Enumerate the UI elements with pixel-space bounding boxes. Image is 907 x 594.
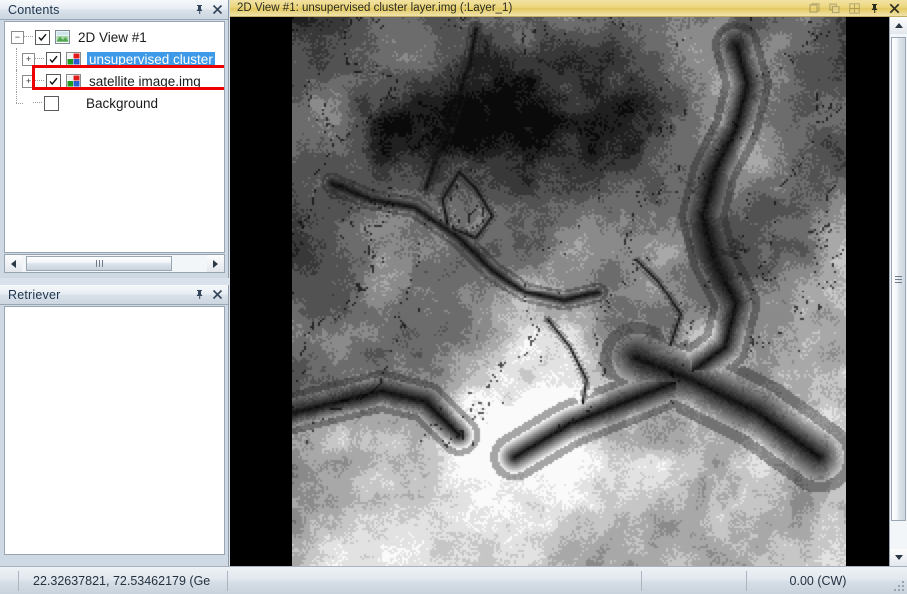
visibility-checkbox[interactable] xyxy=(46,51,61,67)
visibility-checkbox[interactable] xyxy=(44,95,59,111)
contents-header-icons xyxy=(193,3,224,16)
tree-item-background[interactable]: Background xyxy=(5,92,224,114)
view-title-text: 2D View #1: unsupervised cluster layer.i… xyxy=(237,2,513,14)
scroll-thumb[interactable] xyxy=(26,256,172,271)
pin-icon[interactable] xyxy=(193,288,206,301)
pin-icon[interactable] xyxy=(868,2,880,14)
cascade-icon[interactable] xyxy=(828,2,840,14)
grip-icon xyxy=(895,275,902,283)
tree-item-unsupervised-cluster[interactable]: + unsupervised cluster xyxy=(5,48,224,70)
expander-expand-icon[interactable]: + xyxy=(22,74,35,88)
tree-connector xyxy=(11,48,22,70)
raster-layer-icon xyxy=(66,52,81,66)
grip-icon xyxy=(95,260,103,267)
contents-horizontal-scrollbar[interactable] xyxy=(4,254,225,273)
scroll-right-arrow[interactable] xyxy=(207,255,224,272)
raster-layer-icon xyxy=(66,74,81,88)
pin-icon[interactable] xyxy=(193,3,206,16)
layer-tree: − 2D View #1 + unsupervised cluster + sa… xyxy=(5,22,224,114)
scroll-down-arrow[interactable] xyxy=(890,549,907,566)
status-bar: 22.32637821, 72.53462179 (Ge 0.00 (CW) xyxy=(0,566,907,594)
scroll-up-arrow[interactable] xyxy=(890,17,907,34)
retriever-panel-title: Retriever xyxy=(8,287,61,302)
contents-panel-title: Contents xyxy=(8,2,60,17)
view-window: 2D View #1: unsupervised cluster layer.i… xyxy=(230,0,907,566)
contents-panel-header: Contents xyxy=(0,0,228,20)
tile-icon[interactable] xyxy=(848,2,860,14)
tree-item-label: satellite image.img xyxy=(89,73,201,89)
visibility-checkbox[interactable] xyxy=(35,29,50,45)
tree-connector xyxy=(11,70,22,92)
tree-connector xyxy=(33,102,42,104)
tree-item-label: 2D View #1 xyxy=(78,29,147,45)
tree-connector xyxy=(35,80,44,82)
tree-item-2d-view[interactable]: − 2D View #1 xyxy=(5,26,224,48)
tree-connector xyxy=(11,92,23,114)
view-2d-icon xyxy=(55,30,70,44)
retriever-panel: Retriever xyxy=(0,285,229,566)
retriever-content-area[interactable] xyxy=(4,306,225,555)
close-icon[interactable] xyxy=(211,288,224,301)
view-vertical-scrollbar[interactable] xyxy=(889,17,907,566)
view-title-bar: 2D View #1: unsupervised cluster layer.i… xyxy=(230,0,907,17)
tree-item-satellite-image[interactable]: + satellite image.img xyxy=(5,70,224,92)
status-spacer xyxy=(642,570,747,591)
status-rotation: 0.00 (CW) xyxy=(789,573,847,588)
status-coordinates: 22.32637821, 72.53462179 (Ge xyxy=(18,570,228,591)
resize-grip-icon[interactable] xyxy=(894,581,904,591)
application-window: Contents − 2D View #1 + unsupervised clu… xyxy=(0,0,907,594)
tree-connector xyxy=(24,36,33,38)
scroll-thumb[interactable] xyxy=(891,37,906,521)
scroll-track[interactable] xyxy=(22,255,207,272)
contents-tree-container[interactable]: − 2D View #1 + unsupervised cluster + sa… xyxy=(4,21,225,253)
tree-connector xyxy=(35,58,44,60)
status-message xyxy=(228,570,642,591)
close-icon[interactable] xyxy=(888,2,900,14)
scroll-track[interactable] xyxy=(890,34,907,549)
expander-expand-icon[interactable]: + xyxy=(22,52,35,66)
map-canvas-area[interactable] xyxy=(230,17,907,566)
retriever-panel-header: Retriever xyxy=(0,285,228,305)
tree-item-label: unsupervised cluster xyxy=(87,51,215,67)
restore-icon[interactable] xyxy=(808,2,820,14)
tree-item-label: Background xyxy=(86,95,159,111)
retriever-header-icons xyxy=(193,288,224,301)
view-title-icons xyxy=(808,2,902,14)
scroll-left-arrow[interactable] xyxy=(5,255,22,272)
contents-panel: Contents − 2D View #1 + unsupervised clu… xyxy=(0,0,229,278)
satellite-raster-image[interactable] xyxy=(292,17,846,566)
expander-collapse-icon[interactable]: − xyxy=(11,30,24,44)
visibility-checkbox[interactable] xyxy=(46,73,61,89)
close-icon[interactable] xyxy=(211,3,224,16)
